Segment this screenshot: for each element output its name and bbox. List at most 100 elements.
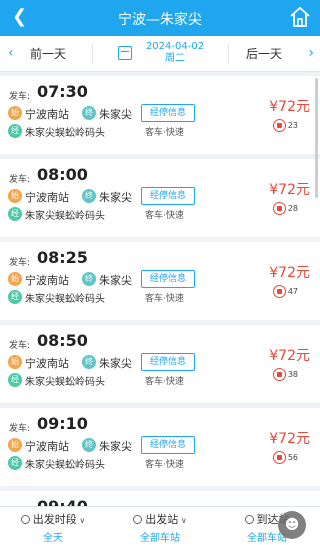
seat-icon xyxy=(273,451,286,464)
start-station: 宁波南站 xyxy=(25,274,69,287)
ticket-price: ¥72元 xyxy=(269,348,310,364)
ticket-price: ¥72元 xyxy=(269,99,310,115)
station-icon xyxy=(244,515,254,524)
depart-label: 发车: xyxy=(9,341,31,351)
filter-label: 出发时段 xyxy=(32,513,77,526)
start-station-icon: 始 xyxy=(8,438,22,452)
date-selector: ‹ 前一天 2024-04-02 周二 后一天 › xyxy=(0,36,320,72)
trip-card[interactable]: 发车: 07:30 始 宁波南站 终 朱家尖 经 朱家尖蜈蚣岭码头 经停信息 客… xyxy=(0,76,320,154)
stops-info-button[interactable]: 经停信息 xyxy=(141,353,195,371)
depart-label: 发车: xyxy=(9,258,31,268)
next-day-button[interactable]: 后一天 xyxy=(246,45,282,62)
end-station: 朱家尖 xyxy=(99,108,132,121)
end-station: 朱家尖 xyxy=(99,440,132,453)
seat-icon xyxy=(273,368,286,381)
ticket-price: ¥72元 xyxy=(269,431,310,447)
chevron-left-icon[interactable]: ‹ xyxy=(8,45,14,61)
bus-type: 客车·快速 xyxy=(145,460,184,470)
end-station: 朱家尖 xyxy=(99,357,132,370)
end-station: 朱家尖 xyxy=(99,191,132,204)
trip-list: 发车: 07:30 始 宁波南站 终 朱家尖 经 朱家尖蜈蚣岭码头 经停信息 客… xyxy=(0,76,320,506)
bus-type: 客车·快速 xyxy=(145,377,184,387)
bus-type: 客车·快速 xyxy=(145,211,184,221)
start-station-icon: 始 xyxy=(8,189,22,203)
stops-info-button[interactable]: 经停信息 xyxy=(141,104,195,122)
end-station-icon: 终 xyxy=(82,106,96,120)
filter-depart-time[interactable]: 出发时段 ∨ 全天 xyxy=(0,511,106,544)
chevron-down-icon: ∨ xyxy=(178,516,187,525)
via-station: 朱家尖蜈蚣岭码头 xyxy=(25,128,105,139)
seat-icon xyxy=(273,119,286,132)
bus-type: 客车·快速 xyxy=(145,294,184,304)
end-station-icon: 终 xyxy=(82,438,96,452)
via-station-icon: 经 xyxy=(8,456,22,470)
via-station-icon: 经 xyxy=(8,124,22,138)
station-icon xyxy=(133,515,143,524)
selected-date[interactable]: 2024-04-02 周二 xyxy=(140,41,210,65)
end-station-icon: 终 xyxy=(82,272,96,286)
seat-icon xyxy=(273,202,286,215)
seats-left: 47 xyxy=(287,287,298,296)
start-station-icon: 始 xyxy=(8,355,22,369)
via-station: 朱家尖蜈蚣岭码头 xyxy=(25,294,105,305)
trip-card[interactable]: 发车: 08:50 始 宁波南站 终 朱家尖 经 朱家尖蜈蚣岭码头 经停信息 客… xyxy=(0,325,320,403)
filter-label: 出发站 xyxy=(145,513,179,526)
chevron-down-icon: ∨ xyxy=(76,516,86,525)
end-station-icon: 终 xyxy=(82,189,96,203)
end-station-icon: 终 xyxy=(82,355,96,369)
depart-time: 09:40 xyxy=(37,497,88,506)
depart-label: 发车: xyxy=(9,424,31,434)
stops-info-button[interactable]: 经停信息 xyxy=(141,187,195,205)
depart-time: 07:30 xyxy=(37,82,88,101)
via-station: 朱家尖蜈蚣岭码头 xyxy=(25,377,105,388)
depart-time: 08:25 xyxy=(37,248,88,267)
seats-left: 38 xyxy=(287,370,298,379)
trip-card[interactable]: 发车: 08:00 始 宁波南站 终 朱家尖 经 朱家尖蜈蚣岭码头 经停信息 客… xyxy=(0,159,320,237)
depart-time: 09:10 xyxy=(37,414,88,433)
weekday-text: 周二 xyxy=(165,53,185,64)
prev-day-button[interactable]: 前一天 xyxy=(30,45,66,62)
page-title: 宁波—朱家尖 xyxy=(118,12,202,28)
date-text: 2024-04-02 xyxy=(145,41,205,52)
calendar-icon[interactable] xyxy=(118,46,132,60)
trip-card[interactable]: 发车: 09:10 始 宁波南站 终 朱家尖 经 朱家尖蜈蚣岭码头 经停信息 客… xyxy=(0,408,320,486)
customer-service-icon[interactable]: ☻ xyxy=(278,511,306,539)
start-station-icon: 始 xyxy=(8,272,22,286)
depart-label: 发车: xyxy=(9,92,31,102)
start-station: 宁波南站 xyxy=(25,357,69,370)
filter-value: 全部车站 xyxy=(140,533,180,544)
seats-left: 28 xyxy=(287,204,298,213)
seats-left: 23 xyxy=(287,121,298,130)
start-station: 宁波南站 xyxy=(25,108,69,121)
via-station-icon: 经 xyxy=(8,290,22,304)
divider xyxy=(228,44,229,64)
filter-bar: 出发时段 ∨ 全天 出发站 ∨ 全部车站 到达站 全部车站 ☻ xyxy=(0,506,320,545)
app-header: ❮ 宁波—朱家尖 xyxy=(0,0,320,36)
clock-icon xyxy=(20,515,30,524)
trip-card[interactable]: 发车: 08:25 始 宁波南站 终 朱家尖 经 朱家尖蜈蚣岭码头 经停信息 客… xyxy=(0,242,320,320)
ticket-price: ¥72元 xyxy=(269,265,310,281)
seat-icon xyxy=(273,285,286,298)
depart-time: 08:00 xyxy=(37,165,88,184)
ticket-price: ¥72元 xyxy=(269,182,310,198)
divider xyxy=(92,44,93,64)
trip-card[interactable]: 发车: 09:40 xyxy=(0,491,320,506)
filter-value: 全天 xyxy=(43,533,63,544)
end-station: 朱家尖 xyxy=(99,274,132,287)
start-station-icon: 始 xyxy=(8,106,22,120)
depart-label: 发车: xyxy=(9,175,31,185)
via-station: 朱家尖蜈蚣岭码头 xyxy=(25,211,105,222)
stops-info-button[interactable]: 经停信息 xyxy=(141,436,195,454)
scrollbar[interactable] xyxy=(315,78,318,198)
filter-depart-station[interactable]: 出发站 ∨ 全部车站 xyxy=(107,511,213,544)
home-icon[interactable] xyxy=(288,5,312,29)
seats-left: 56 xyxy=(287,453,298,462)
via-station-icon: 经 xyxy=(8,207,22,221)
bus-type: 客车·快速 xyxy=(145,128,184,138)
start-station: 宁波南站 xyxy=(25,191,69,204)
depart-time: 08:50 xyxy=(37,331,88,350)
via-station: 朱家尖蜈蚣岭码头 xyxy=(25,460,105,471)
chevron-right-icon[interactable]: › xyxy=(308,45,314,61)
start-station: 宁波南站 xyxy=(25,440,69,453)
stops-info-button[interactable]: 经停信息 xyxy=(141,270,195,288)
